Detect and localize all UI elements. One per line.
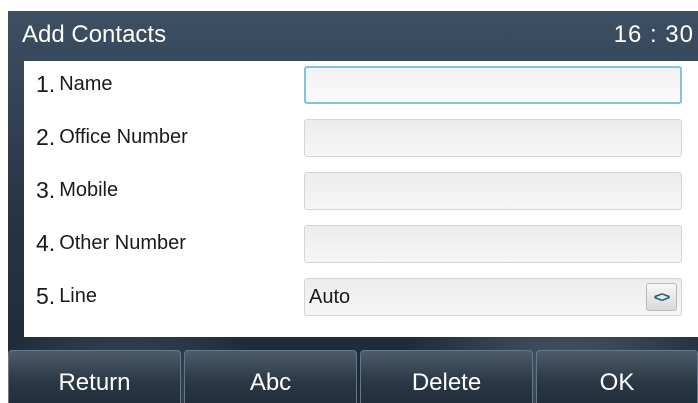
name-field[interactable] [304,66,682,104]
abc-button[interactable]: Abc [184,350,357,403]
form-row-line: 5. Line Auto <> [24,273,698,319]
line-select-value: Auto [309,285,351,308]
row-number: 1. [36,70,56,97]
row-number: 4. [36,229,56,256]
left-right-arrows-icon[interactable]: <> [646,283,677,311]
row-label-text: Line [59,284,97,307]
phone-screen: Add Contacts 16 : 30 1. Name 2. Office N… [8,11,698,403]
softkey-bar: Return Abc Delete OK [8,350,698,403]
page-title: Add Contacts [22,21,167,48]
row-label: 3. Mobile [36,173,118,207]
other-number-field[interactable] [304,225,682,263]
row-label: 1. Name [36,67,113,101]
row-label: 4. Other Number [36,226,186,260]
office-number-field[interactable] [304,119,682,157]
row-label-text: Name [59,72,113,95]
ok-button[interactable]: OK [536,350,698,403]
form-row-name: 1. Name [24,61,698,107]
form-row-other-number: 4. Other Number [24,220,698,266]
delete-button[interactable]: Delete [360,350,533,403]
contact-form: 1. Name 2. Office Number 3. Mobile 4. Ot… [24,61,698,337]
row-number: 5. [36,282,56,309]
row-number: 3. [36,176,56,203]
row-label-text: Mobile [59,178,119,201]
row-label: 5. Line [36,279,97,313]
return-button[interactable]: Return [8,350,181,403]
form-row-mobile: 3. Mobile [24,167,698,213]
clock: 16 : 30 [613,21,694,48]
row-number: 2. [36,123,56,150]
title-bar: Add Contacts 16 : 30 [8,11,698,59]
row-label-text: Office Number [59,125,188,148]
form-row-office-number: 2. Office Number [24,114,698,160]
line-select[interactable]: Auto <> [304,278,682,316]
mobile-field[interactable] [304,172,682,210]
row-label-text: Other Number [59,231,186,254]
row-label: 2. Office Number [36,120,188,154]
